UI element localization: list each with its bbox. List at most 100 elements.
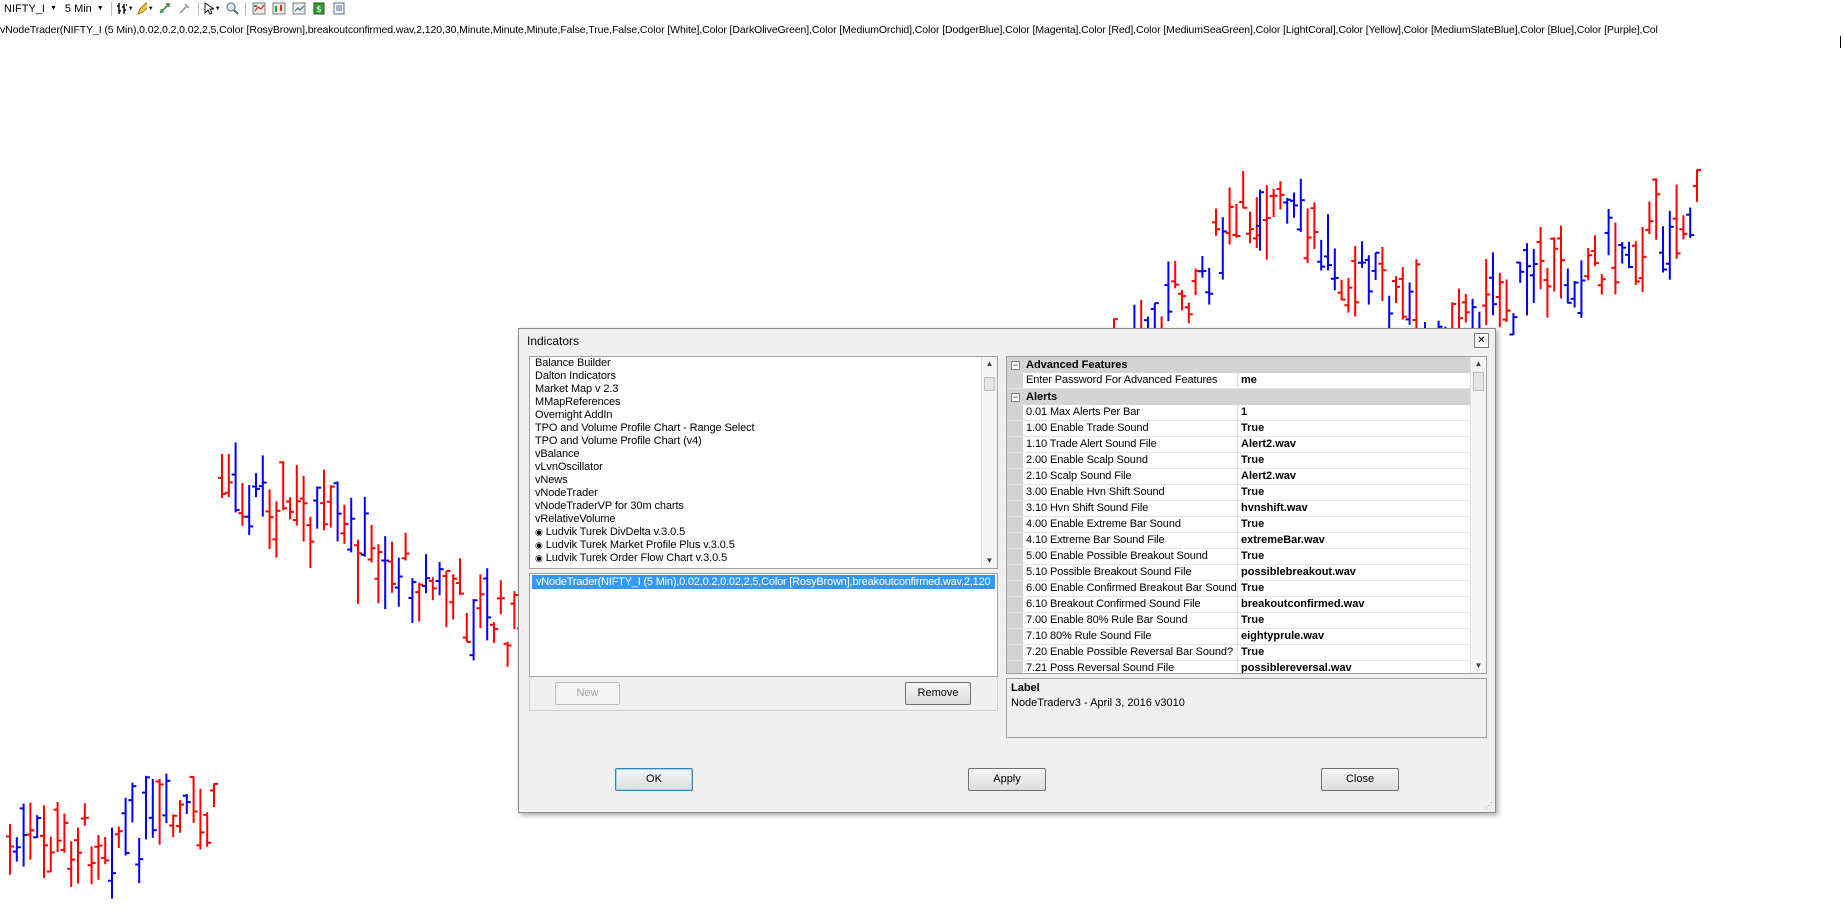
list-item[interactable]: Overnight AddIn bbox=[530, 409, 997, 422]
property-row[interactable]: 5.10 Possible Breakout Sound File possibl… bbox=[1007, 565, 1486, 581]
available-indicators-list[interactable]: Balance Builder Dalton Indicators Market M… bbox=[529, 356, 998, 569]
dollar-icon[interactable]: $ bbox=[310, 1, 328, 16]
property-row[interactable]: 2.00 Enable Scalp Sound True bbox=[1007, 453, 1486, 469]
property-row[interactable]: 4.00 Enable Extreme Bar Sound True bbox=[1007, 517, 1486, 533]
pencil-icon[interactable]: ▼ bbox=[136, 1, 154, 16]
property-value[interactable]: True bbox=[1238, 549, 1486, 564]
interval-selector[interactable]: 5 Min ▼ bbox=[61, 1, 108, 16]
property-value[interactable]: Alert2.wav bbox=[1238, 437, 1486, 452]
property-row[interactable]: 1.10 Trade Alert Sound File Alert2.wav bbox=[1007, 437, 1486, 453]
scroll-thumb[interactable] bbox=[984, 377, 995, 391]
property-name: 0.01 Max Alerts Per Bar bbox=[1023, 405, 1238, 420]
property-row[interactable]: 6.10 Breakout Confirmed Sound File breako… bbox=[1007, 597, 1486, 613]
list-item[interactable]: vRelativeVolume bbox=[530, 513, 997, 526]
property-value[interactable]: True bbox=[1238, 581, 1486, 596]
property-value[interactable]: True bbox=[1238, 645, 1486, 660]
property-value[interactable]: breakoutconfirmed.wav bbox=[1238, 597, 1486, 612]
collapse-icon[interactable]: − bbox=[1011, 360, 1020, 370]
property-row[interactable]: 1.00 Enable Trade Sound True bbox=[1007, 421, 1486, 437]
property-row[interactable]: 6.00 Enable Confirmed Breakout Bar Sound… bbox=[1007, 581, 1486, 597]
data-box-icon[interactable] bbox=[330, 1, 348, 16]
scroll-up-icon[interactable]: ▲ bbox=[982, 357, 997, 371]
category-alerts[interactable]: − Alerts bbox=[1007, 389, 1486, 405]
property-value[interactable]: True bbox=[1238, 517, 1486, 532]
price-bar bbox=[1509, 313, 1518, 336]
property-row[interactable]: 7.10 80% Rule Sound File eightyprule.wav bbox=[1007, 629, 1486, 645]
new-button[interactable]: New bbox=[555, 682, 620, 705]
price-bar bbox=[272, 501, 281, 558]
apply-button[interactable]: Apply bbox=[968, 768, 1046, 791]
list-item[interactable]: vBalance bbox=[530, 448, 997, 461]
property-value[interactable]: True bbox=[1238, 453, 1486, 468]
ok-button[interactable]: OK bbox=[615, 768, 693, 791]
property-row[interactable]: 4.10 Extreme Bar Sound File extremeBar.wa… bbox=[1007, 533, 1486, 549]
list-item-label: Balance Builder bbox=[535, 357, 611, 369]
pointer-icon[interactable]: ▼ bbox=[203, 1, 221, 16]
list-item[interactable]: vLvnOscillator bbox=[530, 461, 997, 474]
instrument-selector[interactable]: NIFTY_I ▼ bbox=[0, 1, 61, 16]
property-row[interactable]: 5.00 Enable Possible Breakout Sound True bbox=[1007, 549, 1486, 565]
price-bar bbox=[292, 464, 301, 526]
property-value[interactable]: 1 bbox=[1238, 405, 1486, 420]
list-item[interactable]: ◉ Ludvik Turek DivDelta v.3.0.5 bbox=[530, 526, 997, 539]
property-row[interactable]: 7.00 Enable 80% Rule Bar Sound True bbox=[1007, 613, 1486, 629]
resize-grip-icon[interactable]: ⋰ bbox=[1485, 801, 1493, 810]
applied-indicators-list[interactable]: vNodeTrader(NIFTY_I (5 Min),0.02,0.2,0.0… bbox=[529, 573, 998, 677]
close-icon[interactable]: ✕ bbox=[1474, 333, 1489, 348]
pin-icon[interactable] bbox=[176, 1, 194, 16]
list-item-label: vLvnOscillator bbox=[535, 461, 603, 473]
property-value[interactable]: True bbox=[1238, 421, 1486, 436]
list-item[interactable]: ◉ Ludvik Turek Market Profile Plus v.3.0.… bbox=[530, 539, 997, 552]
property-row[interactable]: Enter Password For Advanced Features me bbox=[1007, 373, 1486, 389]
price-bar bbox=[442, 569, 451, 628]
list-item[interactable]: vNodeTrader bbox=[530, 487, 997, 500]
list-item[interactable]: TPO and Volume Profile Chart - Range Sel… bbox=[530, 422, 997, 435]
list-item[interactable]: Balance Builder bbox=[530, 357, 997, 370]
property-value[interactable]: me bbox=[1238, 373, 1486, 388]
property-row[interactable]: 2.10 Scalp Sound File Alert2.wav bbox=[1007, 469, 1486, 485]
row-gutter bbox=[1007, 661, 1023, 673]
property-row[interactable]: 3.00 Enable Hvn Shift Sound True bbox=[1007, 485, 1486, 501]
property-value[interactable]: True bbox=[1238, 613, 1486, 628]
indicators-icon[interactable] bbox=[250, 1, 268, 16]
property-grid-scrollbar[interactable]: ▲ ▼ bbox=[1470, 357, 1486, 673]
list-item[interactable]: Dalton Indicators bbox=[530, 370, 997, 383]
list-item[interactable]: vNews bbox=[530, 474, 997, 487]
property-grid[interactable]: − Advanced Features Enter Password For A… bbox=[1006, 356, 1487, 674]
list-item[interactable]: TPO and Volume Profile Chart (v4) bbox=[530, 435, 997, 448]
close-button[interactable]: Close bbox=[1321, 768, 1399, 791]
property-value[interactable]: possiblereversal.wav bbox=[1238, 661, 1486, 673]
category-advanced-features[interactable]: − Advanced Features bbox=[1007, 357, 1486, 373]
list-scrollbar[interactable]: ▲ ▼ bbox=[981, 357, 997, 568]
list-item[interactable]: ◉ Ludvik Turek Order Flow Chart v.3.0.5 bbox=[530, 552, 997, 565]
property-value[interactable]: extremeBar.wav bbox=[1238, 533, 1486, 548]
crosshair-icon[interactable] bbox=[156, 1, 174, 16]
property-value[interactable]: hvnshift.wav bbox=[1238, 501, 1486, 516]
property-value[interactable]: possiblebreakout.wav bbox=[1238, 565, 1486, 580]
strategy-icon[interactable] bbox=[270, 1, 288, 16]
scroll-down-icon[interactable]: ▼ bbox=[982, 554, 997, 568]
row-gutter bbox=[1007, 613, 1023, 628]
property-row[interactable]: 0.01 Max Alerts Per Bar 1 bbox=[1007, 405, 1486, 421]
price-bar bbox=[503, 641, 512, 667]
property-value[interactable]: eightyprule.wav bbox=[1238, 629, 1486, 644]
property-row[interactable]: 7.21 Poss Reversal Sound File possiblerev… bbox=[1007, 661, 1486, 673]
price-bar bbox=[1378, 246, 1387, 302]
price-bar bbox=[1198, 256, 1207, 278]
property-row[interactable]: 7.20 Enable Possible Reversal Bar Sound?… bbox=[1007, 645, 1486, 661]
scroll-up-icon[interactable]: ▲ bbox=[1471, 357, 1486, 371]
bar-style-icon[interactable]: ▼ bbox=[116, 1, 134, 16]
property-value[interactable]: True bbox=[1238, 485, 1486, 500]
list-item[interactable]: Market Map v 2.3 bbox=[530, 383, 997, 396]
property-value[interactable]: Alert2.wav bbox=[1238, 469, 1486, 484]
scroll-down-icon[interactable]: ▼ bbox=[1471, 659, 1486, 673]
collapse-icon[interactable]: − bbox=[1011, 392, 1020, 402]
property-row[interactable]: 3.10 Hvn Shift Sound File hvnshift.wav bbox=[1007, 501, 1486, 517]
list-item[interactable]: MMapReferences bbox=[530, 396, 997, 409]
chart-properties-icon[interactable] bbox=[290, 1, 308, 16]
remove-button[interactable]: Remove bbox=[905, 682, 971, 705]
list-item[interactable]: vNodeTraderVP for 30m charts bbox=[530, 500, 997, 513]
scroll-thumb[interactable] bbox=[1473, 372, 1484, 391]
applied-indicator-item[interactable]: vNodeTrader(NIFTY_I (5 Min),0.02,0.2,0.0… bbox=[532, 575, 995, 589]
zoom-icon[interactable] bbox=[223, 1, 241, 16]
